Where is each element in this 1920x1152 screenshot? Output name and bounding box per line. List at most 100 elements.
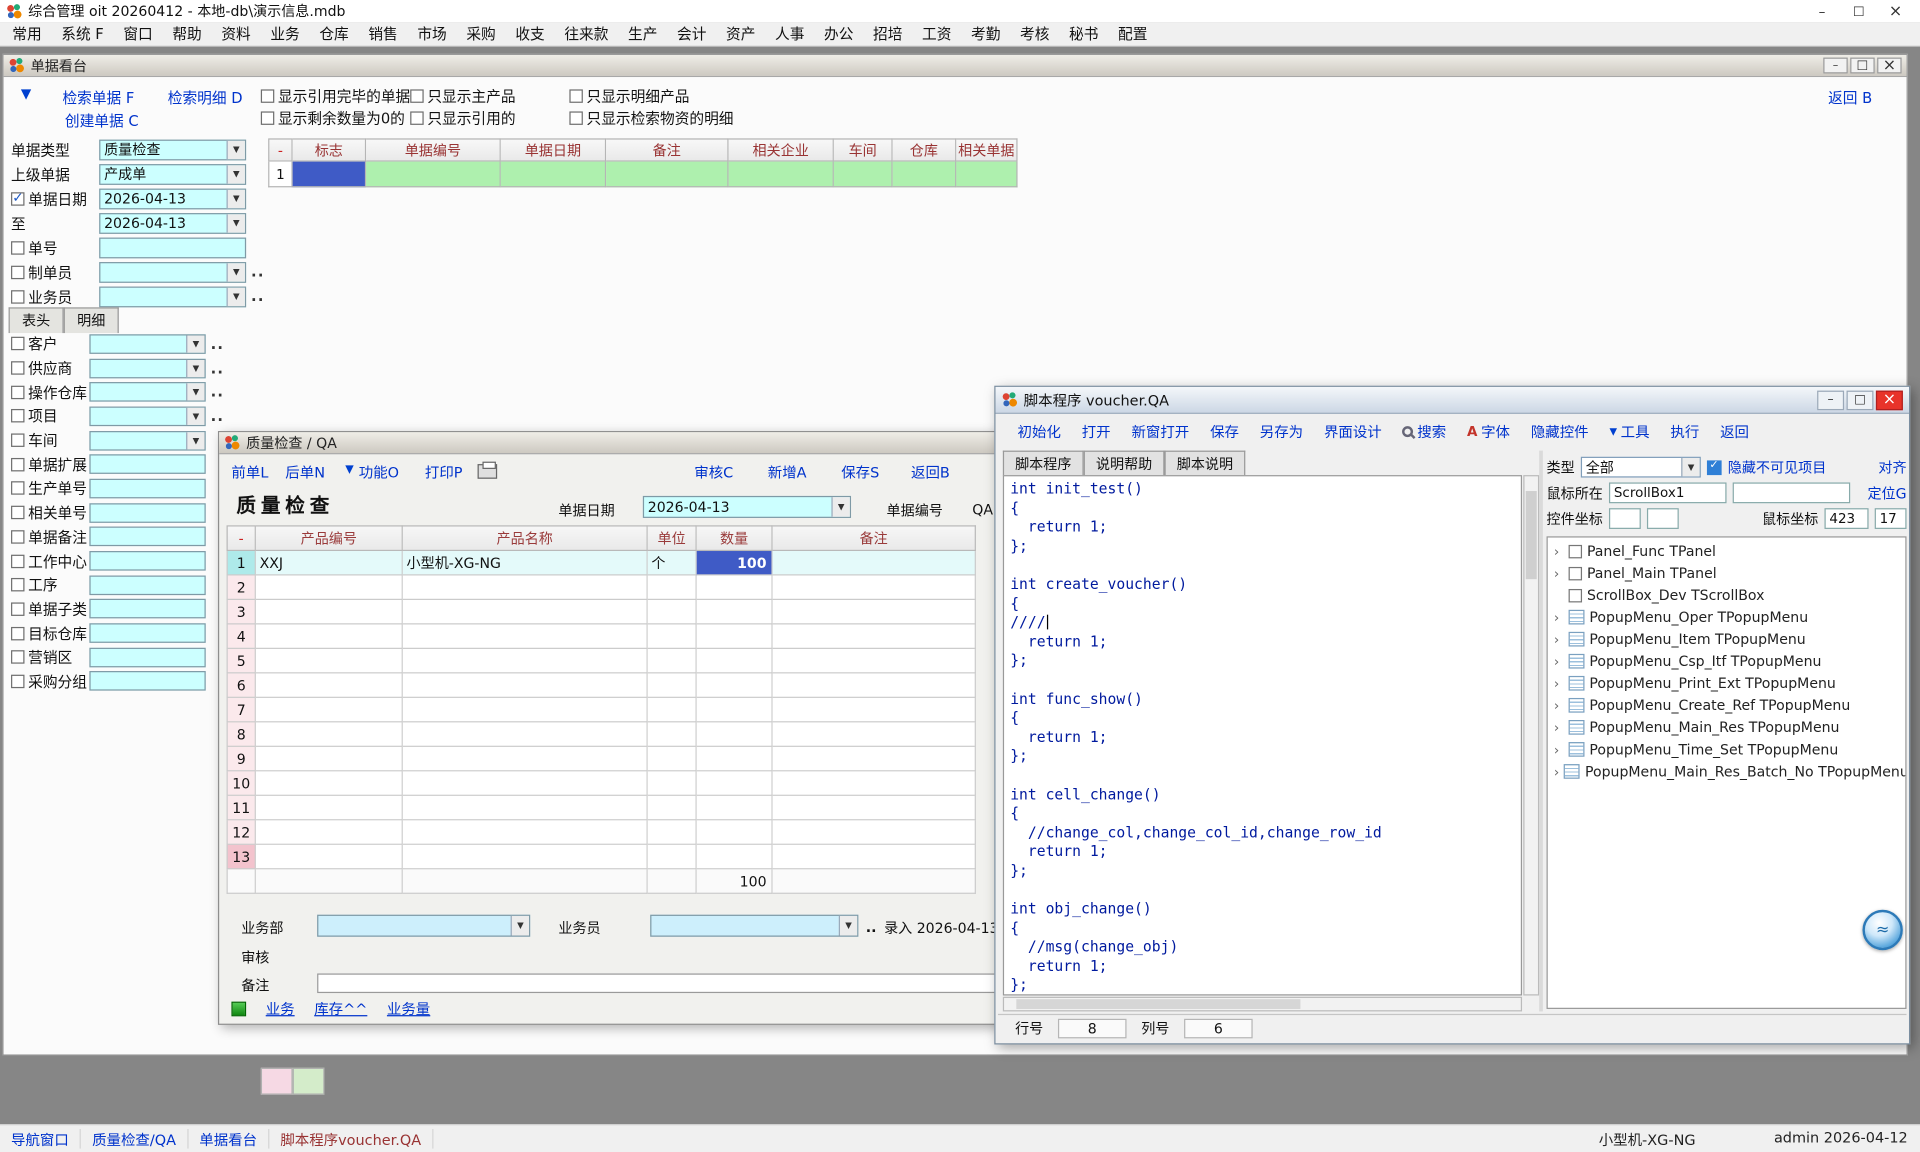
dropdown-arrow-icon[interactable] [511, 916, 529, 936]
toolbar-button[interactable]: 初始化 [1018, 421, 1061, 442]
cell-quantity[interactable] [697, 624, 773, 648]
ellipsis-button[interactable]: .. [251, 263, 265, 280]
menu-item[interactable]: 配置 [1108, 21, 1157, 47]
table-row[interactable]: 11 [227, 796, 976, 820]
column-header[interactable]: 备注 [773, 525, 976, 551]
menu-item[interactable]: 系统 F [51, 21, 113, 47]
cell-flag[interactable] [293, 162, 366, 188]
business-icon[interactable] [231, 1001, 246, 1016]
menu-item[interactable]: 业务 [261, 21, 310, 47]
dropdown-arrow-icon[interactable] [186, 335, 204, 352]
toolbar-button[interactable]: 保存 [1210, 421, 1239, 442]
toolbar-button[interactable]: 字体 [1467, 421, 1510, 442]
cell-quantity[interactable] [697, 820, 773, 844]
field-input[interactable] [89, 623, 205, 643]
cell-note[interactable] [773, 771, 976, 795]
cell-product-name[interactable] [403, 624, 648, 648]
staff-select[interactable] [650, 915, 858, 937]
column-header[interactable]: 单据日期 [501, 138, 606, 161]
cell-product-name[interactable] [403, 722, 648, 746]
expand-arrow-icon[interactable] [1554, 610, 1564, 623]
cell-note[interactable] [773, 747, 976, 771]
tab[interactable]: 表头 [9, 307, 64, 333]
filter-checkbox[interactable]: 只显示主产品 [410, 86, 569, 107]
checkbox-icon[interactable] [11, 458, 24, 471]
cell-unit[interactable] [648, 624, 697, 648]
cell-product-code[interactable] [256, 649, 403, 673]
expand-arrow-icon[interactable] [1554, 544, 1564, 557]
minimize-button[interactable] [1817, 390, 1844, 410]
cell-note[interactable] [773, 576, 976, 600]
row-number[interactable]: 7 [227, 698, 256, 722]
field-input[interactable] [89, 382, 205, 402]
menu-item[interactable]: 收支 [506, 21, 555, 47]
checkbox-icon[interactable] [11, 385, 24, 398]
menu-item[interactable]: 仓库 [310, 21, 359, 47]
cell-quantity[interactable] [697, 771, 773, 795]
cell-doc-date[interactable] [501, 162, 606, 188]
dropdown-arrow-icon[interactable] [839, 916, 857, 936]
filter-checkbox[interactable]: 只显示检索物资的明细 [569, 108, 733, 129]
hide-invisible-checkbox[interactable] [1707, 460, 1722, 475]
dropdown-arrow-icon[interactable] [227, 165, 245, 183]
search-detail-button[interactable]: 检索明细 D [168, 87, 243, 108]
cell-quantity[interactable] [697, 576, 773, 600]
checkbox-icon[interactable] [11, 241, 24, 254]
menu-item[interactable]: 市场 [408, 21, 457, 47]
ellipsis-button[interactable]: .. [866, 918, 877, 935]
toolbar-button[interactable]: 隐藏控件 [1531, 421, 1589, 442]
cell-product-name[interactable] [403, 796, 648, 820]
cell-unit[interactable] [648, 820, 697, 844]
field-input[interactable] [99, 261, 246, 282]
taskbar-item[interactable]: 质量检查/QA [81, 1129, 188, 1148]
column-header[interactable]: 车间 [834, 138, 893, 161]
cell-unit[interactable] [648, 796, 697, 820]
cell-product-name[interactable] [403, 771, 648, 795]
expand-arrow-icon[interactable] [1554, 654, 1564, 667]
checkbox-icon[interactable] [11, 651, 24, 664]
table-row[interactable]: 7 [227, 698, 976, 722]
menu-item[interactable]: 招培 [863, 21, 912, 47]
column-header[interactable]: 仓库 [893, 138, 957, 161]
cell-note[interactable] [773, 845, 976, 869]
cell-related-doc[interactable] [956, 162, 1017, 188]
close-button[interactable] [1876, 390, 1903, 410]
dropdown-arrow-icon[interactable] [186, 432, 204, 449]
row-number[interactable]: 2 [227, 576, 256, 600]
dropdown-arrow-icon[interactable] [186, 359, 204, 376]
cell-product-name[interactable] [403, 576, 648, 600]
checkbox-icon[interactable] [410, 111, 423, 124]
restore-button[interactable] [1850, 58, 1874, 74]
expand-arrow-icon[interactable] [1554, 677, 1564, 690]
row-number[interactable]: 10 [227, 771, 256, 795]
row-number[interactable]: 6 [227, 673, 256, 697]
checkbox-icon[interactable] [11, 578, 24, 591]
minimize-button[interactable] [1823, 58, 1847, 74]
prev-doc-button[interactable]: 前单L [231, 462, 268, 483]
mouse-in-input-2[interactable] [1733, 482, 1851, 503]
checkbox-icon[interactable] [569, 89, 582, 102]
table-row[interactable]: 1 XXJ 小型机-XG-NG 个 100 [227, 551, 976, 575]
field-input[interactable] [89, 551, 205, 571]
cell-note[interactable] [773, 820, 976, 844]
expand-arrow-icon[interactable] [1554, 699, 1564, 712]
row-number[interactable]: 8 [227, 722, 256, 746]
field-input[interactable]: 质量检查 [99, 139, 246, 160]
menu-item[interactable]: 销售 [359, 21, 408, 47]
checkbox-icon[interactable] [11, 409, 24, 422]
filter-checkbox[interactable]: 显示引用完毕的单据 [261, 86, 410, 107]
mouse-in-input[interactable]: ScrollBox1 [1609, 482, 1727, 503]
cell-product-code[interactable] [256, 600, 403, 624]
minimize-button[interactable] [1804, 2, 1841, 20]
row-number[interactable]: 9 [227, 747, 256, 771]
dropdown-arrow-icon[interactable] [227, 189, 245, 207]
column-header[interactable]: - [268, 138, 292, 161]
tab[interactable]: 说明帮助 [1084, 451, 1165, 477]
back-button[interactable]: 返回 B [1828, 87, 1872, 108]
type-select[interactable]: 全部 [1581, 457, 1701, 478]
column-header[interactable]: 备注 [606, 138, 728, 161]
dropdown-arrow-icon[interactable] [186, 384, 204, 401]
cell-unit[interactable] [648, 649, 697, 673]
row-number[interactable]: 1 [227, 551, 256, 575]
cell-company[interactable] [729, 162, 834, 188]
